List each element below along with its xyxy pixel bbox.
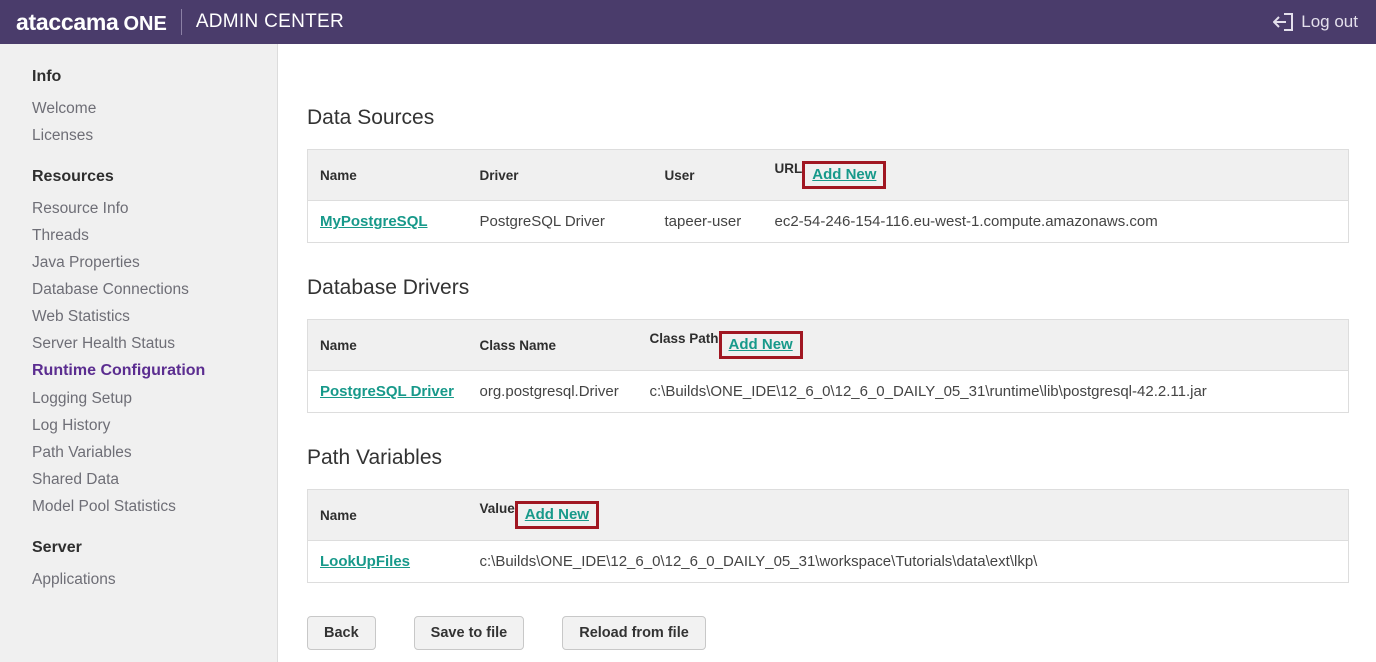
column-header-name: Name xyxy=(308,490,468,541)
section-title-path-variables: Path Variables xyxy=(307,446,1349,470)
column-header-driver: Driver xyxy=(468,150,653,201)
sidebar-group-title-info: Info xyxy=(32,66,277,88)
section-path-variables: Path Variables Name Value Add New LookUp… xyxy=(307,446,1349,583)
sidebar-item-logging-setup[interactable]: Logging Setup xyxy=(32,385,277,412)
cell-value: c:\Builds\ONE_IDE\12_6_0\12_6_0_DAILY_05… xyxy=(468,541,1349,583)
action-buttons: Back Save to file Reload from file xyxy=(307,616,1349,650)
column-header-class-path: Class Path xyxy=(650,331,719,346)
table-row: PostgreSQL Driver org.postgresql.Driver … xyxy=(308,371,1349,413)
add-new-highlight-box: Add New xyxy=(802,161,886,189)
logo-wordmark: ataccama xyxy=(16,9,118,35)
sidebar-item-database-connections[interactable]: Database Connections xyxy=(32,276,277,303)
cell-class-name: org.postgresql.Driver xyxy=(468,371,638,413)
column-header-class-path-and-add-new: Class Path Add New xyxy=(638,320,1349,371)
column-header-url-and-add-new: URL Add New xyxy=(763,150,1349,201)
main-content: Data Sources Name Driver User URL Add Ne… xyxy=(278,44,1376,662)
cell-name: MyPostgreSQL xyxy=(308,201,468,243)
sidebar-item-runtime-configuration[interactable]: Runtime Configuration xyxy=(32,357,277,385)
sidebar-group-title-server: Server xyxy=(32,537,277,559)
logout-button[interactable]: Log out xyxy=(1273,12,1358,32)
reload-from-file-button[interactable]: Reload from file xyxy=(562,616,706,650)
section-database-drivers: Database Drivers Name Class Name Class P… xyxy=(307,276,1349,413)
logout-arrow-icon xyxy=(1273,13,1293,31)
column-header-value-and-add-new: Value Add New xyxy=(468,490,1349,541)
cell-name: PostgreSQL Driver xyxy=(308,371,468,413)
add-new-database-driver-link[interactable]: Add New xyxy=(729,336,793,353)
section-data-sources: Data Sources Name Driver User URL Add Ne… xyxy=(307,106,1349,243)
table-header-row: Name Value Add New xyxy=(308,490,1349,541)
sidebar-group-title-resources: Resources xyxy=(32,166,277,188)
data-source-link-mypostgresql[interactable]: MyPostgreSQL xyxy=(320,213,428,230)
sidebar-item-shared-data[interactable]: Shared Data xyxy=(32,466,277,493)
sidebar-item-log-history[interactable]: Log History xyxy=(32,412,277,439)
table-row: LookUpFiles c:\Builds\ONE_IDE\12_6_0\12_… xyxy=(308,541,1349,583)
cell-name: LookUpFiles xyxy=(308,541,468,583)
app-title: ADMIN CENTER xyxy=(196,11,344,33)
cell-url: ec2-54-246-154-116.eu-west-1.compute.ama… xyxy=(763,201,1349,243)
sidebar-item-java-properties[interactable]: Java Properties xyxy=(32,249,277,276)
cell-class-path: c:\Builds\ONE_IDE\12_6_0\12_6_0_DAILY_05… xyxy=(638,371,1349,413)
sidebar-item-licenses[interactable]: Licenses xyxy=(32,122,277,149)
sidebar-item-applications[interactable]: Applications xyxy=(32,566,277,593)
page-body: Info Welcome Licenses Resources Resource… xyxy=(0,44,1376,662)
table-header-row: Name Class Name Class Path Add New xyxy=(308,320,1349,371)
save-to-file-button[interactable]: Save to file xyxy=(414,616,525,650)
add-new-highlight-box: Add New xyxy=(515,501,599,529)
logo-one: ONE xyxy=(123,13,166,35)
brand: ataccamaONE ADMIN CENTER xyxy=(16,9,344,35)
path-variables-table: Name Value Add New LookUpFiles c:\Builds… xyxy=(307,489,1349,583)
sidebar: Info Welcome Licenses Resources Resource… xyxy=(0,44,278,662)
app-header: ataccamaONE ADMIN CENTER Log out xyxy=(0,0,1376,44)
database-driver-link-postgresql-driver[interactable]: PostgreSQL Driver xyxy=(320,383,454,400)
cell-driver: PostgreSQL Driver xyxy=(468,201,653,243)
add-new-path-variable-link[interactable]: Add New xyxy=(525,506,589,523)
column-header-class-name: Class Name xyxy=(468,320,638,371)
add-new-data-source-link[interactable]: Add New xyxy=(812,166,876,183)
sidebar-item-web-statistics[interactable]: Web Statistics xyxy=(32,303,277,330)
ataccama-logo: ataccamaONE xyxy=(16,11,167,34)
cell-user: tapeer-user xyxy=(653,201,763,243)
sidebar-item-welcome[interactable]: Welcome xyxy=(32,95,277,122)
table-row: MyPostgreSQL PostgreSQL Driver tapeer-us… xyxy=(308,201,1349,243)
database-drivers-table: Name Class Name Class Path Add New Postg… xyxy=(307,319,1349,413)
column-header-value: Value xyxy=(480,501,515,516)
sidebar-item-threads[interactable]: Threads xyxy=(32,222,277,249)
column-header-user: User xyxy=(653,150,763,201)
sidebar-item-server-health-status[interactable]: Server Health Status xyxy=(32,330,277,357)
column-header-name: Name xyxy=(308,320,468,371)
brand-divider xyxy=(181,9,182,35)
column-header-name: Name xyxy=(308,150,468,201)
sidebar-item-model-pool-statistics[interactable]: Model Pool Statistics xyxy=(32,493,277,520)
table-header-row: Name Driver User URL Add New xyxy=(308,150,1349,201)
data-sources-table: Name Driver User URL Add New MyPostgreSQ… xyxy=(307,149,1349,243)
sidebar-item-path-variables[interactable]: Path Variables xyxy=(32,439,277,466)
page-title: Data Sources xyxy=(307,106,1349,130)
logout-label: Log out xyxy=(1301,12,1358,32)
section-title-database-drivers: Database Drivers xyxy=(307,276,1349,300)
sidebar-item-resource-info[interactable]: Resource Info xyxy=(32,195,277,222)
path-variable-link-lookupfiles[interactable]: LookUpFiles xyxy=(320,553,410,570)
column-header-url: URL xyxy=(775,161,803,176)
add-new-highlight-box: Add New xyxy=(719,331,803,359)
back-button[interactable]: Back xyxy=(307,616,376,650)
